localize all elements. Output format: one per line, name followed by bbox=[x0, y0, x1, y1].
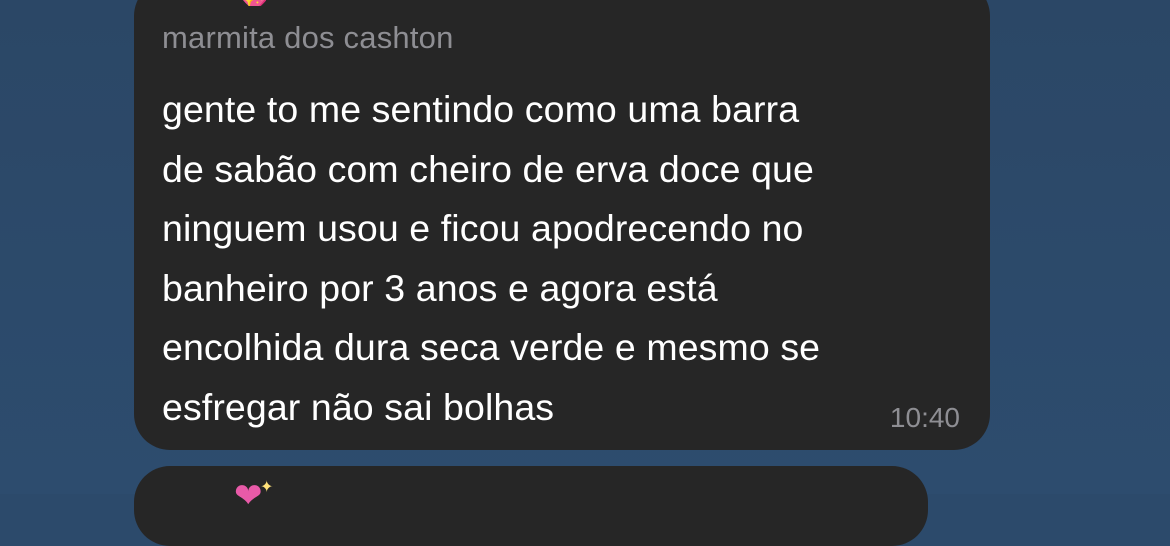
sparkling-heart-icon: ❤ ✦ bbox=[234, 476, 290, 516]
message-line: esfregar não sai bolhas bbox=[162, 385, 555, 428]
message-line: encolhida dura seca verde e mesmo se bbox=[162, 326, 821, 368]
message-text: gente to me sentindo como uma barra de s… bbox=[162, 80, 977, 437]
sparkling-heart-icon: 💖 bbox=[236, 0, 266, 6]
sparkle-icon: ✦ bbox=[260, 479, 274, 496]
message-line: de sabão com cheiro de erva doce que bbox=[162, 147, 814, 190]
message-line: gente to me sentindo como uma barra bbox=[162, 88, 800, 130]
sender-name[interactable]: marmita dos cashton bbox=[162, 20, 454, 56]
message-timestamp: 10:40 bbox=[889, 402, 960, 433]
message-line: ninguem usou e ficou apodrecendo no bbox=[162, 207, 804, 249]
message-line: banheiro por 3 anos e agora está bbox=[162, 266, 718, 309]
